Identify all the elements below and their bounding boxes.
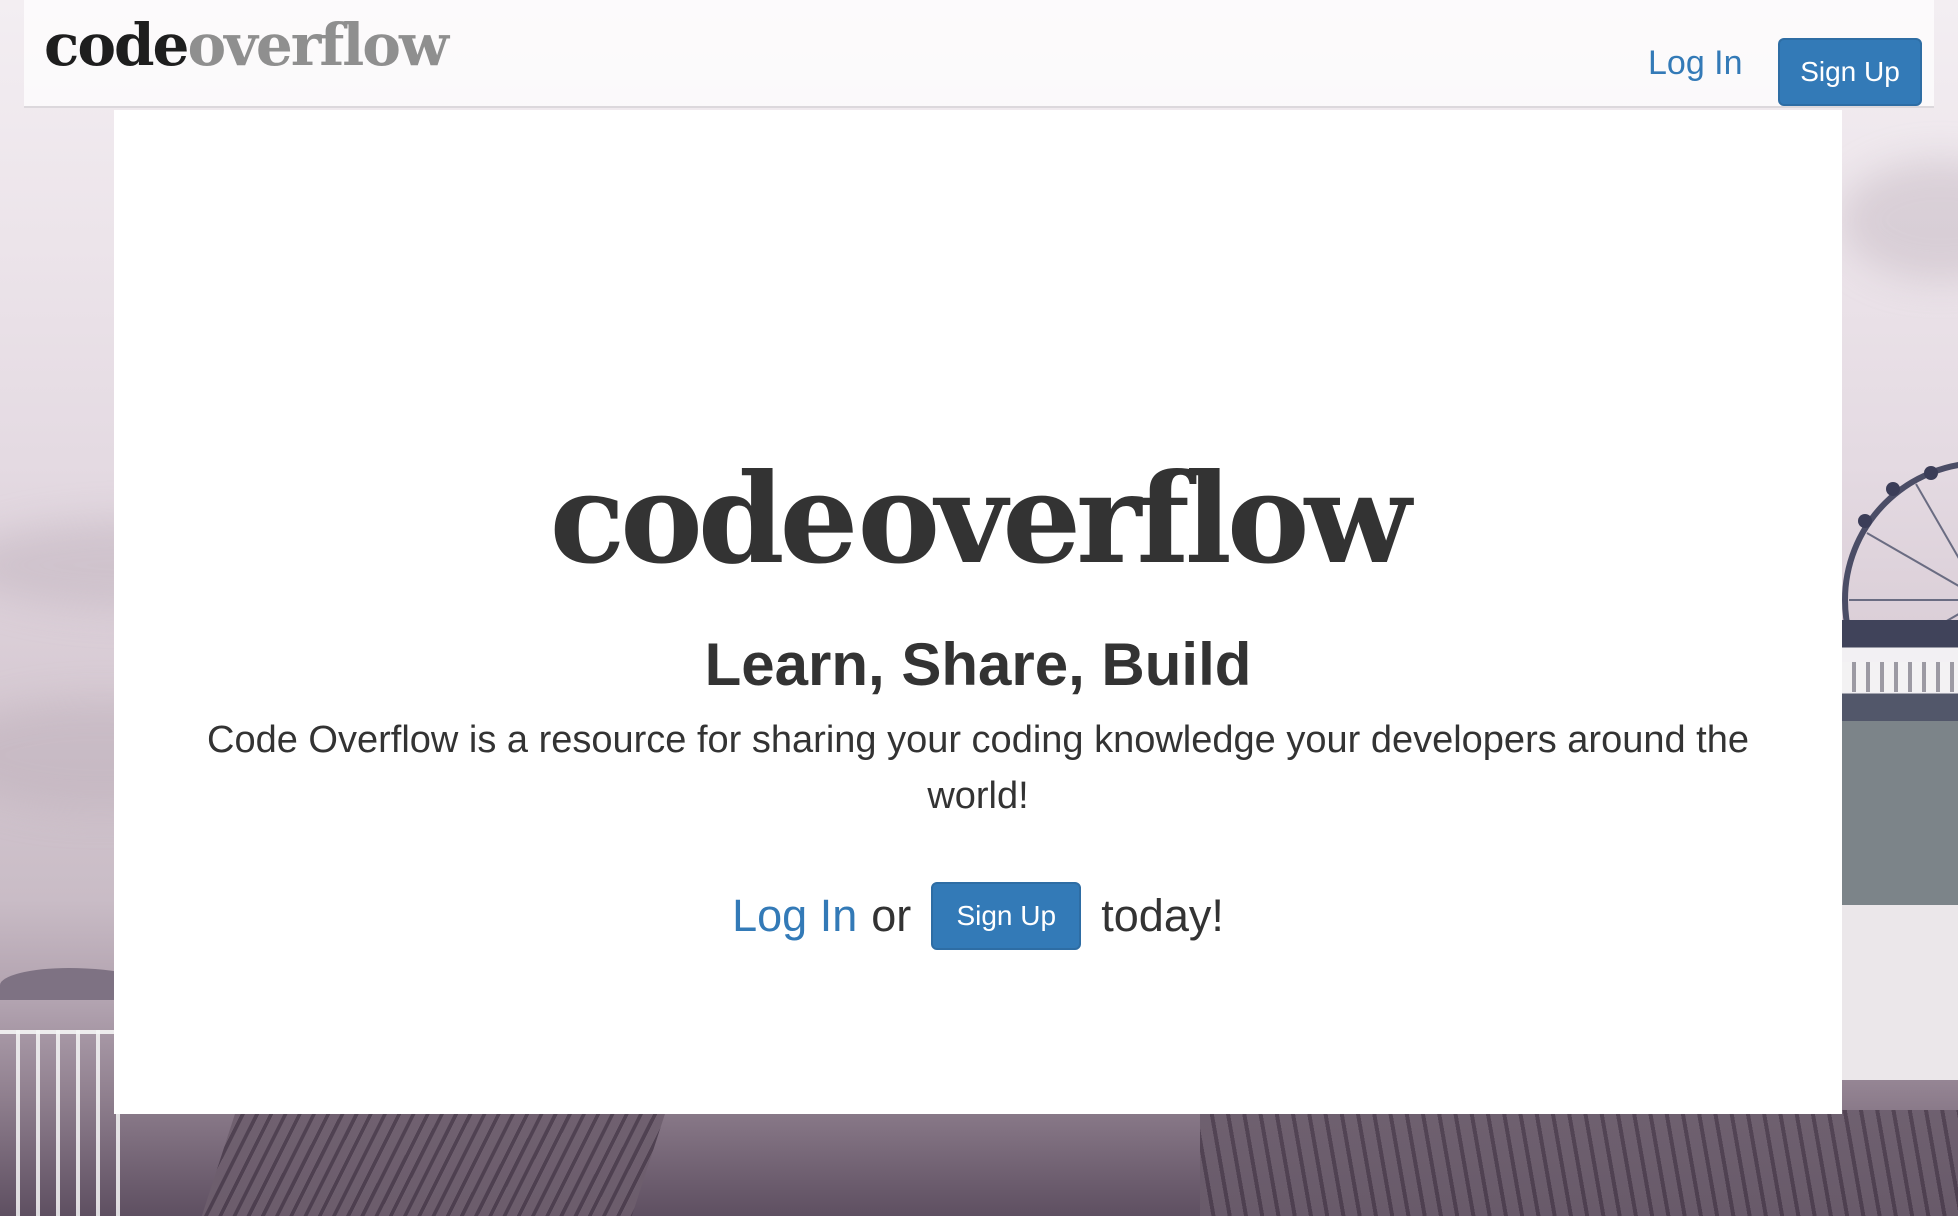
- wheel-gondola: [1886, 482, 1900, 496]
- building-railing: [1842, 662, 1958, 692]
- wheel-gondola: [1858, 514, 1872, 528]
- hero-description: Code Overflow is a resource for sharing …: [207, 719, 1749, 817]
- cta-suffix-text: today!: [1101, 890, 1224, 941]
- cta-or-text: or: [871, 890, 912, 941]
- wheel-spoke: [1849, 599, 1958, 601]
- top-navbar: codeoverflow Log In Sign Up: [24, 0, 1934, 108]
- railing: [0, 1030, 120, 1216]
- hero-logo: codeoverflow: [114, 458, 1842, 582]
- cta-login-link[interactable]: Log In: [732, 890, 857, 942]
- logo-part-code: code: [44, 11, 189, 79]
- hero-logo-part-code: code: [549, 447, 859, 592]
- navbar-logo[interactable]: codeoverflow: [44, 16, 449, 74]
- pier-building: [1842, 620, 1958, 1080]
- dock-right: [1200, 1110, 1958, 1216]
- call-to-action: Log In or Sign Up today!: [114, 882, 1842, 950]
- hero-panel: codeoverflow Learn, Share, Build Code Ov…: [114, 110, 1842, 1114]
- navbar-signup-button[interactable]: Sign Up: [1778, 38, 1922, 106]
- navbar-login-link[interactable]: Log In: [1648, 44, 1743, 83]
- cloud: [1840, 160, 1958, 280]
- wheel-gondola: [1924, 466, 1938, 480]
- cta-signup-button[interactable]: Sign Up: [931, 882, 1082, 950]
- hero-tagline: Learn, Share, Build: [704, 631, 1252, 698]
- logo-part-overflow: overflow: [187, 11, 448, 79]
- hero-logo-part-overflow: overflow: [857, 447, 1411, 592]
